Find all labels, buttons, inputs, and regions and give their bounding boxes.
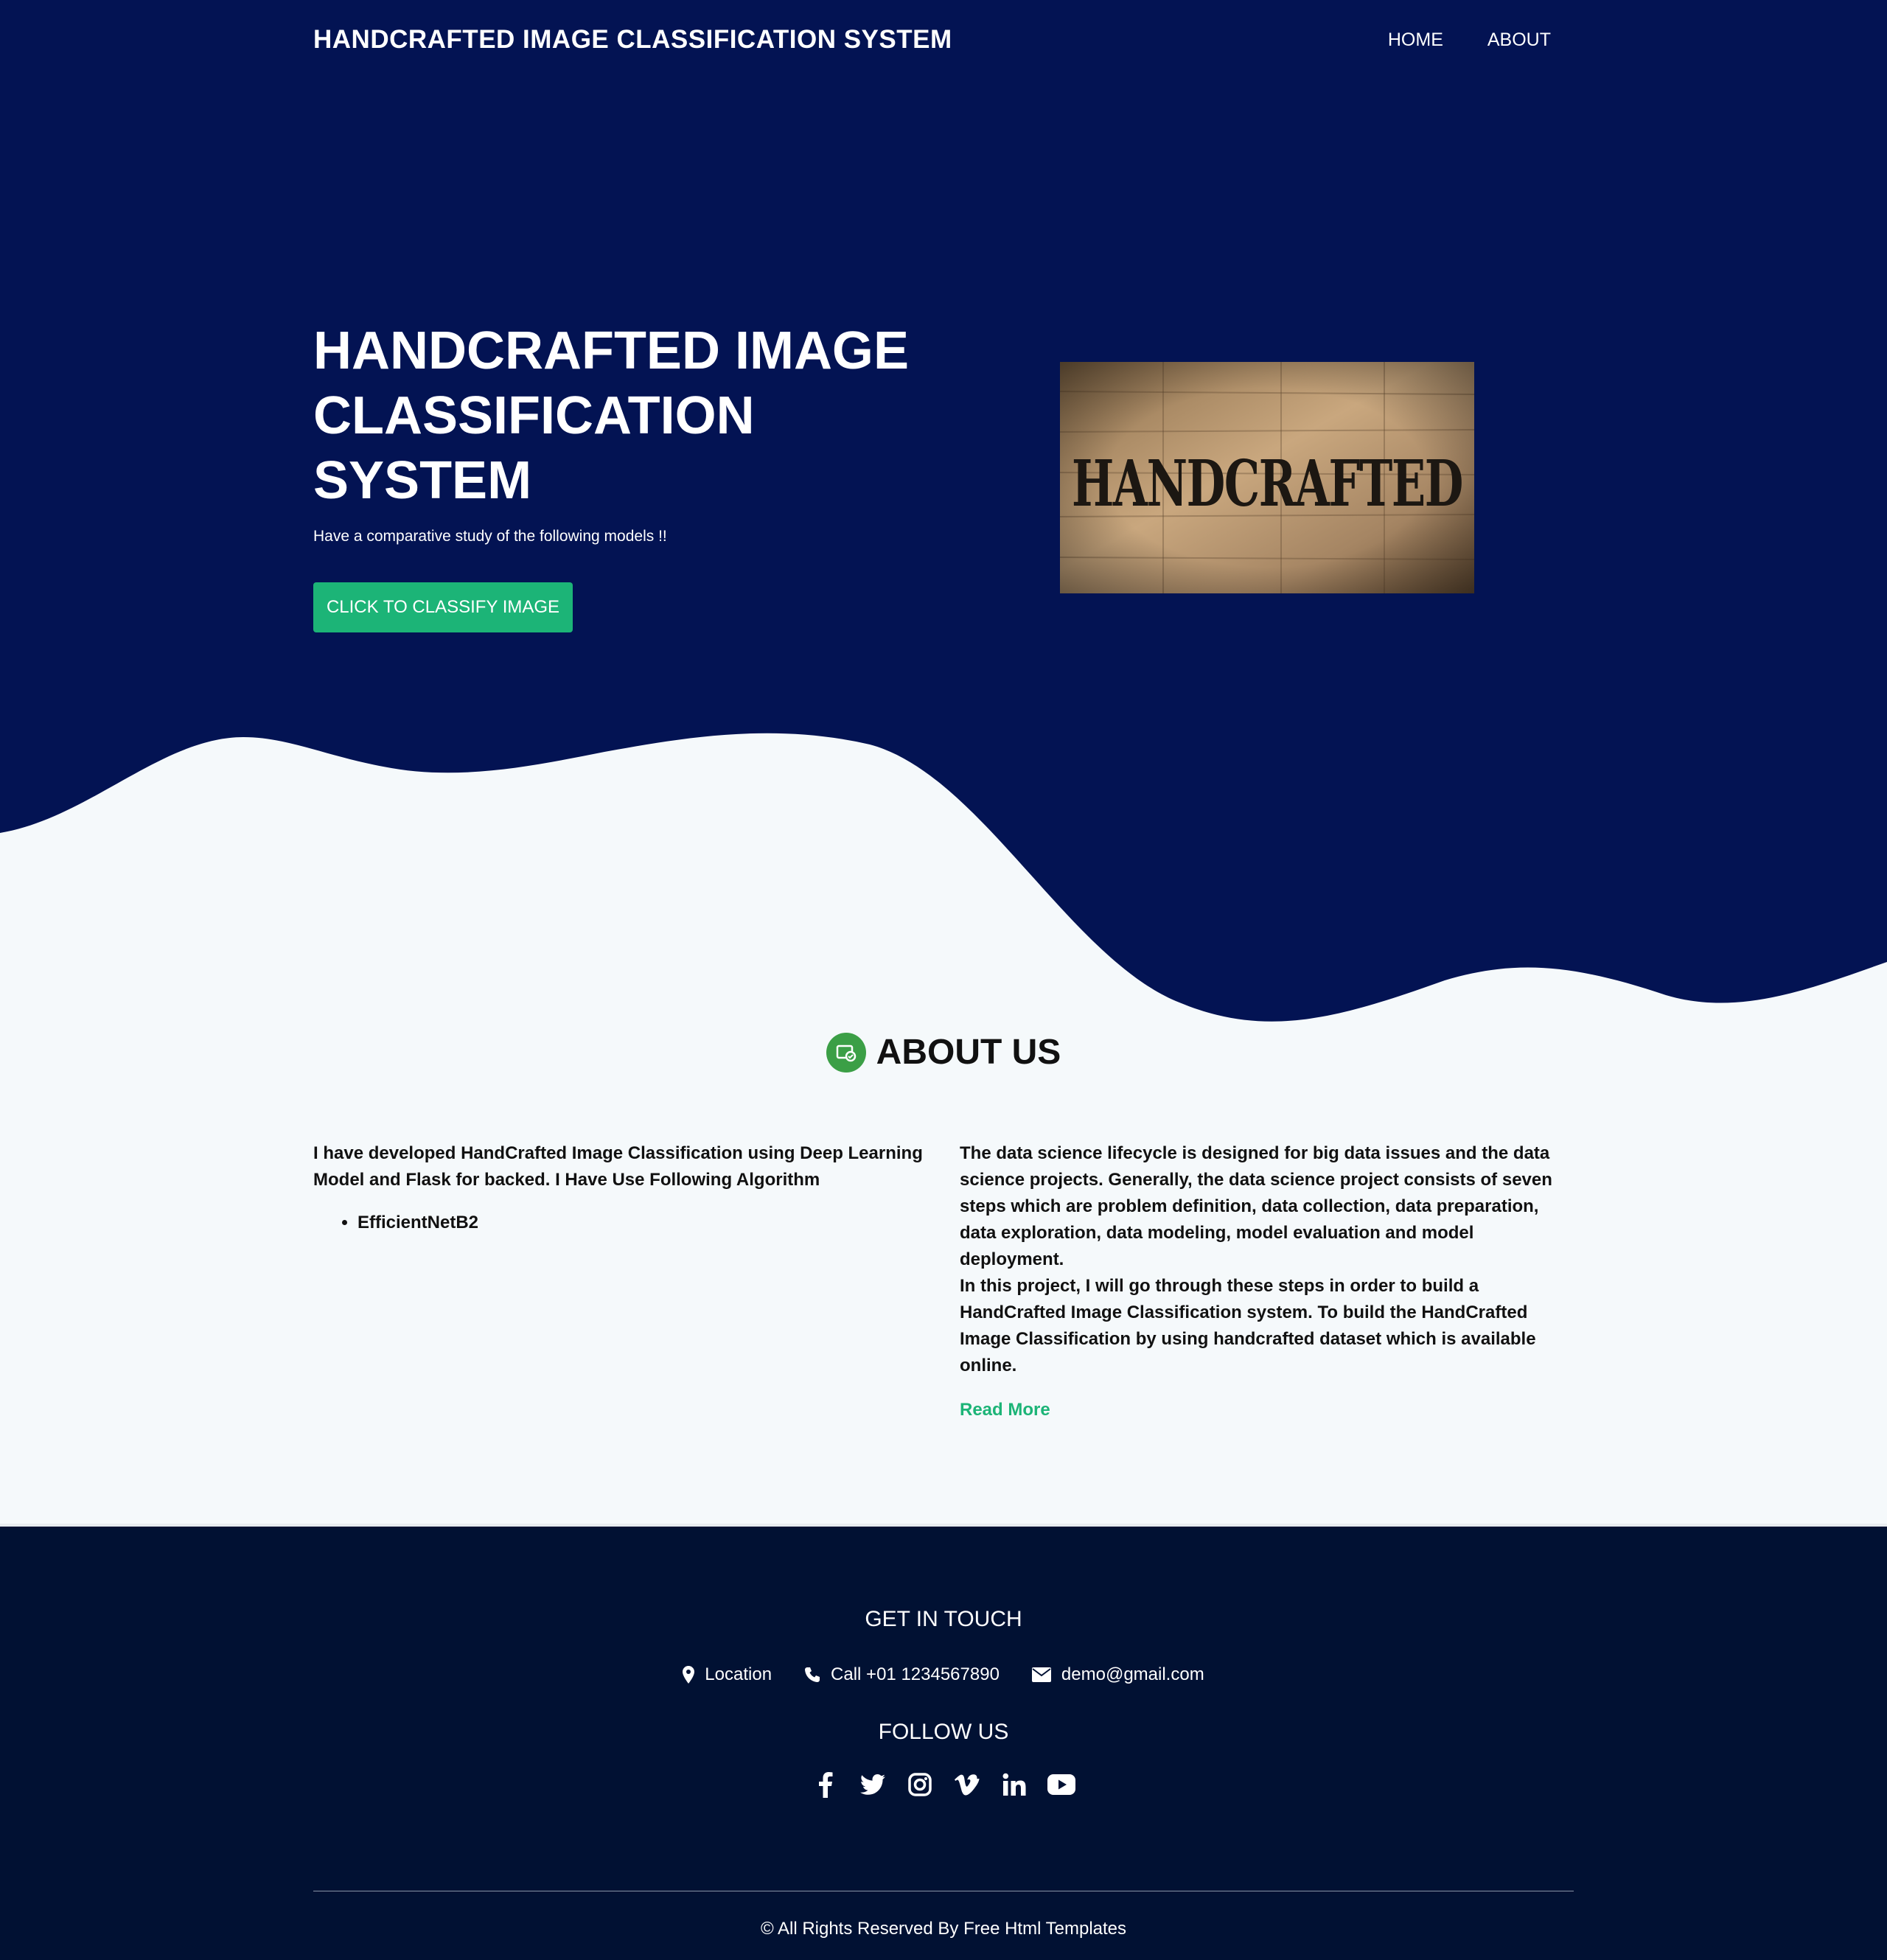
about-badge-icon: [826, 1032, 866, 1073]
nav-home-link[interactable]: HOME: [1388, 29, 1443, 51]
hero-subtitle: Have a comparative study of the followin…: [313, 528, 667, 545]
read-more-link[interactable]: Read More: [960, 1397, 1050, 1423]
about-left-column: I have developed HandCrafted Image Class…: [313, 1140, 932, 1236]
list-item: EfficientNetB2: [357, 1210, 932, 1236]
vimeo-icon[interactable]: [952, 1770, 982, 1799]
envelope-icon: [1031, 1667, 1051, 1682]
nav-about-link[interactable]: ABOUT: [1487, 29, 1551, 51]
algorithm-list: EfficientNetB2: [313, 1210, 932, 1236]
contact-info: Location Call +01 1234567890 demo@gmail.…: [0, 1664, 1887, 1685]
social-links: [0, 1770, 1887, 1799]
hero-section: HANDCRAFTED IMAGE CLASSIFICATION SYSTEM …: [0, 0, 1887, 1047]
about-intro-text: I have developed HandCrafted Image Class…: [313, 1143, 923, 1190]
handcrafted-wood-image: HANDCRAFTED: [1060, 362, 1474, 593]
phone-link[interactable]: Call +01 1234567890: [831, 1664, 1000, 1685]
about-project-text: In this project, I will go through these…: [960, 1276, 1536, 1375]
youtube-icon[interactable]: [1047, 1770, 1076, 1799]
about-heading: ABOUT US: [0, 1032, 1887, 1073]
brand-logo-text[interactable]: HANDCRAFTED IMAGE CLASSIFICATION SYSTEM: [313, 25, 952, 55]
copyright-text: © All Rights Reserved By Free Html Templ…: [760, 1919, 1127, 1939]
follow-us-heading: FOLLOW US: [878, 1720, 1009, 1744]
location-pin-icon: [683, 1666, 695, 1684]
image-embedded-text: HANDCRAFTED: [1072, 447, 1462, 521]
instagram-icon[interactable]: [905, 1770, 935, 1799]
twitter-icon[interactable]: [858, 1770, 887, 1799]
classify-image-button[interactable]: CLICK TO CLASSIFY IMAGE: [313, 582, 573, 632]
about-title: ABOUT US: [876, 1033, 1061, 1072]
about-right-column: The data science lifecycle is designed f…: [960, 1140, 1572, 1423]
hero-wave-background: [0, 0, 1887, 1022]
main-nav: HOME ABOUT: [1388, 29, 1551, 51]
email-link[interactable]: demo@gmail.com: [1061, 1664, 1204, 1685]
phone-icon: [805, 1667, 820, 1682]
about-lifecycle-text: The data science lifecycle is designed f…: [960, 1143, 1552, 1269]
get-in-touch-heading: GET IN TOUCH: [865, 1607, 1022, 1631]
location-link[interactable]: Location: [705, 1664, 772, 1685]
linkedin-icon[interactable]: [1000, 1770, 1029, 1799]
footer: GET IN TOUCH Location Call +01 123456789…: [0, 1524, 1887, 1960]
facebook-icon[interactable]: [811, 1770, 840, 1799]
hero-title: HANDCRAFTED IMAGE CLASSIFICATION SYSTEM: [313, 321, 909, 510]
